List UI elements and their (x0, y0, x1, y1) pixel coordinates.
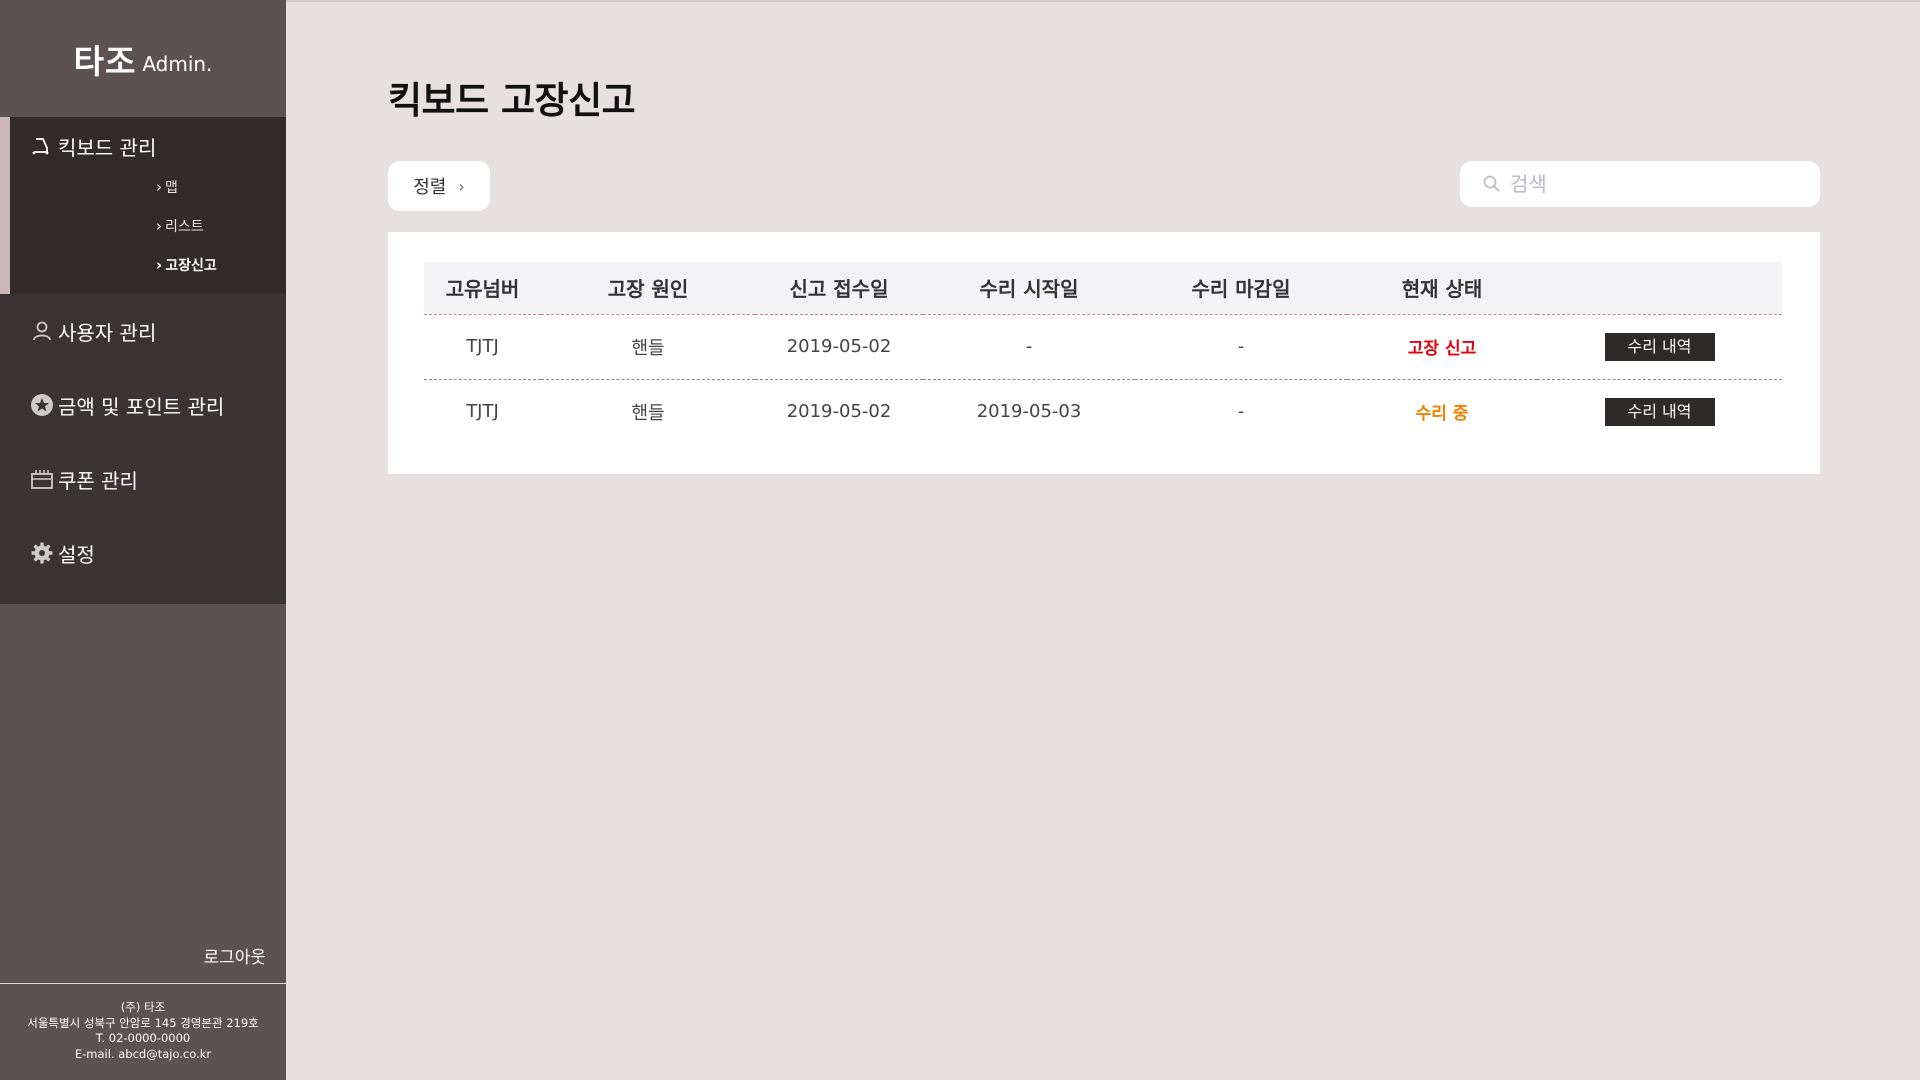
nav-rest: 사용자 관리 금액 및 포인트 관리 쿠폰 관리 설정 (0, 294, 286, 604)
brand-sub-text: Admin. (142, 51, 213, 76)
sidebar-subitem-map[interactable]: › 맵 (10, 167, 286, 206)
column-header-id: 고유넘버 (445, 277, 520, 302)
cell-id: TJTJ (466, 336, 499, 357)
cell-status: 수리 중 (1347, 379, 1537, 444)
cell-end: - (1237, 336, 1245, 357)
column-header-reported: 신고 접수일 (789, 277, 889, 302)
brand-main-text: 타조 (73, 41, 137, 81)
main-content: 킥보드 고장신고 정렬 › 고유넘버 고장 원인 신고 접수일 (286, 0, 1920, 1080)
cell-cause: 핸들 (631, 337, 665, 359)
gear-icon (30, 541, 54, 565)
logout-link[interactable]: 로그아웃 (203, 943, 266, 968)
table-row: TJTJ 핸들 2019-05-02 2019-05-03 - 수리 중 수리 … (424, 379, 1782, 444)
repair-history-button[interactable]: 수리 내역 (1604, 332, 1715, 361)
column-header-start: 수리 시작일 (979, 277, 1079, 302)
sidebar: 타조 Admin. 킥보드 관리 › 맵 › 리스트 › 고장신고 사용자 관리… (0, 0, 286, 1080)
sidebar-item-label: 킥보드 관리 (58, 135, 157, 160)
sidebar-subitem-label: 고장신고 (165, 257, 217, 274)
fault-report-table: 고유넘버 고장 원인 신고 접수일 수리 시작일 수리 마감일 현재 상태 TJ… (424, 262, 1782, 444)
chevron-right-icon: › (156, 255, 163, 274)
column-header-end: 수리 마감일 (1191, 277, 1291, 302)
sidebar-item-label: 쿠폰 관리 (58, 468, 138, 493)
cell-reported: 2019-05-02 (786, 401, 892, 423)
star-icon (30, 393, 54, 417)
sidebar-item-label: 금액 및 포인트 관리 (58, 394, 225, 419)
cell-cause: 핸들 (631, 402, 665, 424)
cell-start: - (1025, 336, 1033, 357)
search-box (1460, 161, 1820, 207)
sidebar-subitem-fault-report[interactable]: › 고장신고 (10, 245, 286, 284)
status-badge: 수리 중 (1415, 404, 1469, 425)
repair-history-button[interactable]: 수리 내역 (1604, 397, 1715, 426)
search-input[interactable] (1510, 172, 1810, 196)
sidebar-item-kickboard[interactable]: 킥보드 관리 (10, 117, 286, 167)
sidebar-item-coupons[interactable]: 쿠폰 관리 (0, 442, 286, 516)
chevron-right-icon: › (156, 177, 162, 196)
nav-group-kickboard: 킥보드 관리 › 맵 › 리스트 › 고장신고 (0, 117, 286, 294)
footer-phone: T. 02-0000-0000 (95, 1031, 191, 1045)
coupon-icon (30, 467, 54, 491)
sort-button-label: 정렬 (413, 177, 447, 198)
cell-id: TJTJ (466, 401, 499, 423)
column-header-status: 현재 상태 (1401, 277, 1483, 302)
chevron-right-icon: › (156, 216, 162, 235)
footer-email: E-mail. abcd@tajo.co.kr (74, 1046, 212, 1061)
cell-start: 2019-05-03 (976, 401, 1082, 423)
kickboard-submenu: › 맵 › 리스트 › 고장신고 (10, 167, 286, 294)
sidebar-subitem-list[interactable]: › 리스트 (10, 206, 286, 245)
page-title: 킥보드 고장신고 (388, 79, 636, 122)
user-icon (30, 319, 54, 343)
column-header-cause: 고장 원인 (607, 277, 689, 302)
sidebar-item-label: 설정 (58, 542, 95, 567)
sidebar-item-settings[interactable]: 설정 (0, 516, 286, 590)
fault-report-table-card: 고유넘버 고장 원인 신고 접수일 수리 시작일 수리 마감일 현재 상태 TJ… (388, 232, 1820, 474)
sort-button[interactable]: 정렬 › (388, 161, 490, 211)
column-header-action (1537, 262, 1782, 314)
kickboard-icon (30, 134, 54, 158)
sidebar-item-price-points[interactable]: 금액 및 포인트 관리 (0, 368, 286, 442)
app-root: 타조 Admin. 킥보드 관리 › 맵 › 리스트 › 고장신고 사용자 관리… (0, 0, 1920, 1080)
table-header-row: 고유넘버 고장 원인 신고 접수일 수리 시작일 수리 마감일 현재 상태 (424, 262, 1782, 314)
brand-logo[interactable]: 타조 Admin. (0, 0, 286, 117)
footer-company: (주) 타조 (120, 1000, 166, 1014)
sidebar-subitem-label: 리스트 (165, 218, 204, 235)
cell-status: 고장 신고 (1347, 314, 1537, 379)
search-icon (1482, 174, 1502, 194)
sidebar-footer: (주) 타조 서울특별시 성북구 안암로 145 경영본관 219호 T. 02… (0, 983, 286, 1080)
chevron-right-icon: › (458, 176, 465, 196)
footer-address: 서울특별시 성북구 안암로 145 경영본관 219호 (27, 1015, 259, 1030)
cell-end: - (1237, 401, 1245, 423)
cell-action: 수리 내역 (1537, 379, 1782, 444)
sidebar-subitem-label: 맵 (165, 179, 178, 196)
table-row: TJTJ 핸들 2019-05-02 - - 고장 신고 수리 내역 (424, 314, 1782, 379)
sidebar-item-label: 사용자 관리 (58, 320, 157, 345)
sidebar-nav: 킥보드 관리 › 맵 › 리스트 › 고장신고 사용자 관리 금액 및 포인트 … (0, 117, 286, 604)
status-badge: 고장 신고 (1407, 339, 1477, 359)
cell-action: 수리 내역 (1537, 314, 1782, 379)
cell-reported: 2019-05-02 (786, 336, 892, 357)
sidebar-item-users[interactable]: 사용자 관리 (0, 294, 286, 368)
